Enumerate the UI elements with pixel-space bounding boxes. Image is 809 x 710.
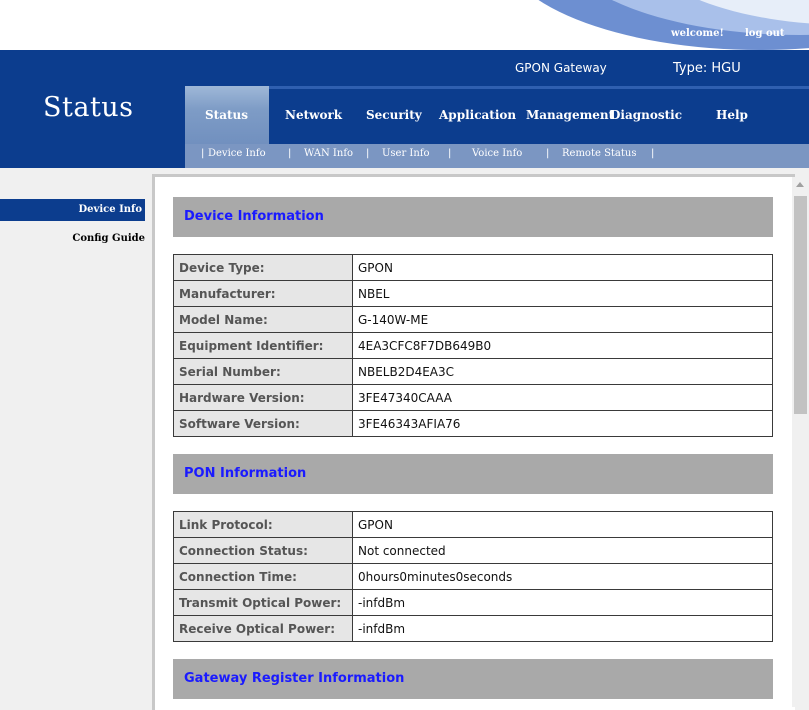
table-row: Serial Number: NBELB2D4EA3C	[173, 358, 773, 385]
table-row: Model Name: G-140W-ME	[173, 306, 773, 333]
section-title: PON Information	[184, 466, 307, 481]
field-value: G-140W-ME	[352, 306, 773, 333]
table-row: Transmit Optical Power: -infdBm	[173, 589, 773, 616]
submenu-wan-info[interactable]: WAN Info	[304, 148, 353, 159]
menu-security[interactable]: Security	[366, 108, 422, 122]
table-row: Link Protocol: GPON	[173, 511, 773, 538]
sidebar-item-device-info[interactable]: Device Info	[0, 199, 145, 221]
section-device-information: Device Information	[173, 197, 773, 237]
table-row: Connection Status: Not connected	[173, 537, 773, 564]
table-row: Hardware Version: 3FE47340CAAA	[173, 384, 773, 411]
table-row: Receive Optical Power: -infdBm	[173, 615, 773, 642]
menu-management[interactable]: Management	[526, 108, 614, 122]
submenu-voice-info[interactable]: Voice Info	[472, 148, 522, 159]
field-label: Connection Status:	[173, 537, 353, 564]
submenu-separator: |	[288, 148, 292, 159]
field-value: 3FE47340CAAA	[352, 384, 773, 411]
menu-network[interactable]: Network	[285, 108, 342, 122]
field-label: Model Name:	[173, 306, 353, 333]
menu-diagnostic[interactable]: Diagnostic	[610, 108, 682, 122]
field-label: Serial Number:	[173, 358, 353, 385]
field-value: 3FE46343AFIA76	[352, 410, 773, 437]
field-label: Link Protocol:	[173, 511, 353, 538]
menu-status[interactable]: Status	[205, 108, 248, 122]
gateway-title: GPON Gateway	[515, 61, 607, 75]
table-row: Connection Time: 0hours0minutes0seconds	[173, 563, 773, 590]
section-title: Gateway Register Information	[184, 671, 405, 686]
table-row: Device Type: GPON	[173, 254, 773, 281]
field-value: 0hours0minutes0seconds	[352, 563, 773, 590]
field-value: GPON	[352, 254, 773, 281]
field-value: NBEL	[352, 280, 773, 307]
scroll-up-arrow-icon[interactable]	[796, 182, 804, 187]
field-value: 4EA3CFC8F7DB649B0	[352, 332, 773, 359]
field-value: Not connected	[352, 537, 773, 564]
submenu-separator: |	[546, 148, 550, 159]
submenu-separator: |	[651, 148, 655, 159]
gateway-type: Type: HGU	[673, 61, 741, 76]
section-pon-information: PON Information	[173, 454, 773, 494]
sidebar-item-label: Device Info	[78, 204, 143, 215]
device-info-table: Device Type: GPON Manufacturer: NBEL Model…	[173, 254, 773, 437]
field-label: Software Version:	[173, 410, 353, 437]
section-gateway-register-information: Gateway Register Information	[173, 659, 773, 699]
menu-help[interactable]: Help	[716, 108, 748, 122]
field-label: Hardware Version:	[173, 384, 353, 411]
table-row: Equipment Identifier: 4EA3CFC8F7DB649B0	[173, 332, 773, 359]
logout-link[interactable]: log out	[745, 28, 785, 39]
section-title: Device Information	[184, 209, 324, 224]
submenu-user-info[interactable]: User Info	[382, 148, 430, 159]
field-label: Equipment Identifier:	[173, 332, 353, 359]
field-value: NBELB2D4EA3C	[352, 358, 773, 385]
field-value: -infdBm	[352, 615, 773, 642]
field-label: Connection Time:	[173, 563, 353, 590]
menu-application[interactable]: Application	[439, 108, 516, 122]
field-label: Device Type:	[173, 254, 353, 281]
page-title: Status	[43, 92, 134, 123]
submenu-remote-status[interactable]: Remote Status	[562, 148, 637, 159]
field-label: Transmit Optical Power:	[173, 589, 353, 616]
submenu-separator: |	[201, 148, 205, 159]
welcome-link[interactable]: welcome!	[671, 28, 724, 39]
submenu-device-info[interactable]: Device Info	[208, 148, 266, 159]
sidebar-item-label: Config Guide	[72, 233, 145, 244]
field-label: Receive Optical Power:	[173, 615, 353, 642]
table-row: Software Version: 3FE46343AFIA76	[173, 410, 773, 437]
table-row: Manufacturer: NBEL	[173, 280, 773, 307]
submenu-separator: |	[366, 148, 370, 159]
sidebar-item-config-guide[interactable]: Config Guide	[0, 229, 145, 249]
field-value: -infdBm	[352, 589, 773, 616]
field-label: Manufacturer:	[173, 280, 353, 307]
scrollbar-thumb[interactable]	[794, 196, 807, 414]
submenu-separator: |	[448, 148, 452, 159]
pon-info-table: Link Protocol: GPON Connection Status: Not…	[173, 511, 773, 642]
field-value: GPON	[352, 511, 773, 538]
top-banner: welcome! log out	[0, 0, 809, 50]
